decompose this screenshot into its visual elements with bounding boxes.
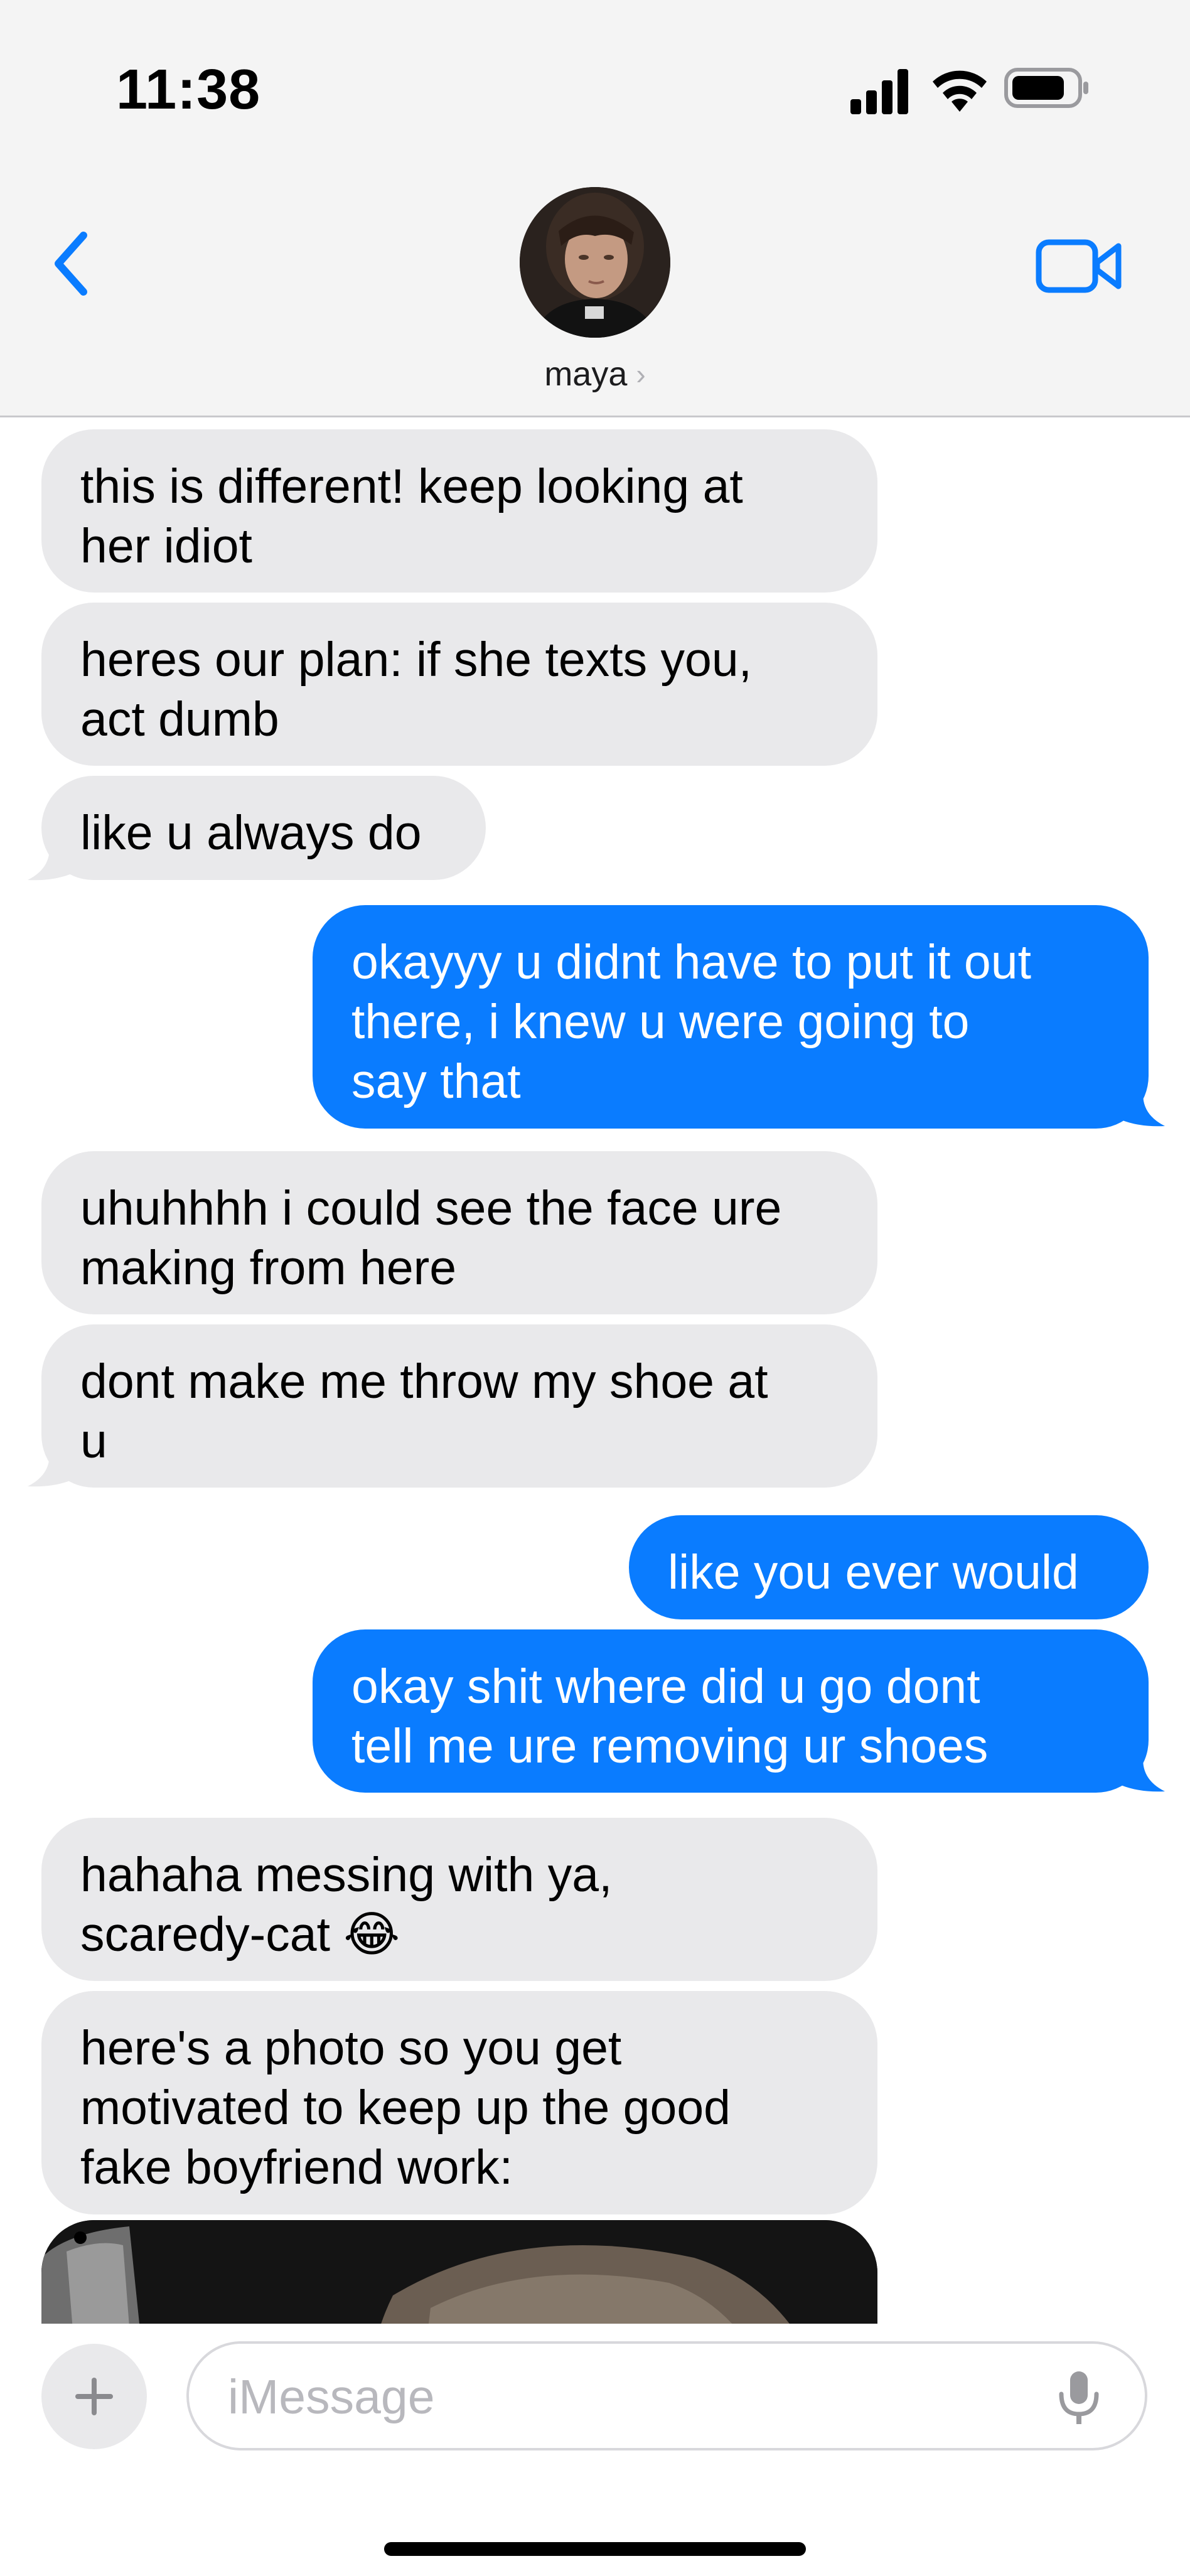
bubble-tail [28,1449,72,1487]
message-bubble-incoming[interactable]: this is different! keep looking at her i… [41,429,877,593]
compose-bar [0,2324,1190,2576]
contact-name: maya [544,355,628,393]
home-indicator[interactable] [384,2542,806,2556]
message-input[interactable] [227,2363,1045,2432]
message-bubble-incoming[interactable]: here's a photo so you get motivated to k… [41,1991,877,2214]
cellular-signal-icon [850,69,908,114]
conversation-header: 11:38 maya › [0,0,1190,417]
battery-icon [1004,68,1088,108]
message-thread[interactable]: this is different! keep looking at her i… [0,416,1190,2324]
bubble-tail [28,842,72,881]
message-bubble-incoming[interactable]: uhuhhhh i could see the face ure making … [41,1151,877,1314]
photo-attachment[interactable] [41,2220,877,2324]
bubble-tail [1121,1088,1165,1127]
contact-avatar[interactable] [520,187,670,338]
video-camera-icon[interactable] [1036,237,1123,295]
status-bar: 11:38 [0,0,1190,176]
message-bubble-outgoing[interactable]: like you ever would [629,1515,1149,1619]
add-attachment-button[interactable] [41,2344,147,2449]
message-bubble-incoming[interactable]: heres our plan: if she texts you, act du… [41,603,877,766]
bubble-tail [1121,1754,1165,1792]
message-input-wrapper[interactable] [186,2341,1147,2450]
avatar-portrait-icon [520,187,670,338]
wifi-icon [933,70,987,112]
microphone-icon[interactable] [1054,2369,1104,2429]
contact-name-button[interactable]: maya › [0,355,1190,394]
message-bubble-incoming[interactable]: like u always do [41,776,486,880]
message-bubble-incoming[interactable]: hahaha messing with ya, scaredy-cat 😂 [41,1818,877,1981]
message-bubble-outgoing[interactable]: okayyy u didnt have to put it out there,… [313,905,1149,1129]
photo-preview-icon [41,2220,877,2324]
back-chevron-icon[interactable] [47,229,97,298]
message-bubble-incoming[interactable]: dont make me throw my shoe at u [41,1324,877,1488]
message-bubble-outgoing[interactable]: okay shit where did u go dont tell me ur… [313,1629,1149,1793]
chevron-right-icon: › [636,358,646,390]
status-time: 11:38 [116,58,261,121]
